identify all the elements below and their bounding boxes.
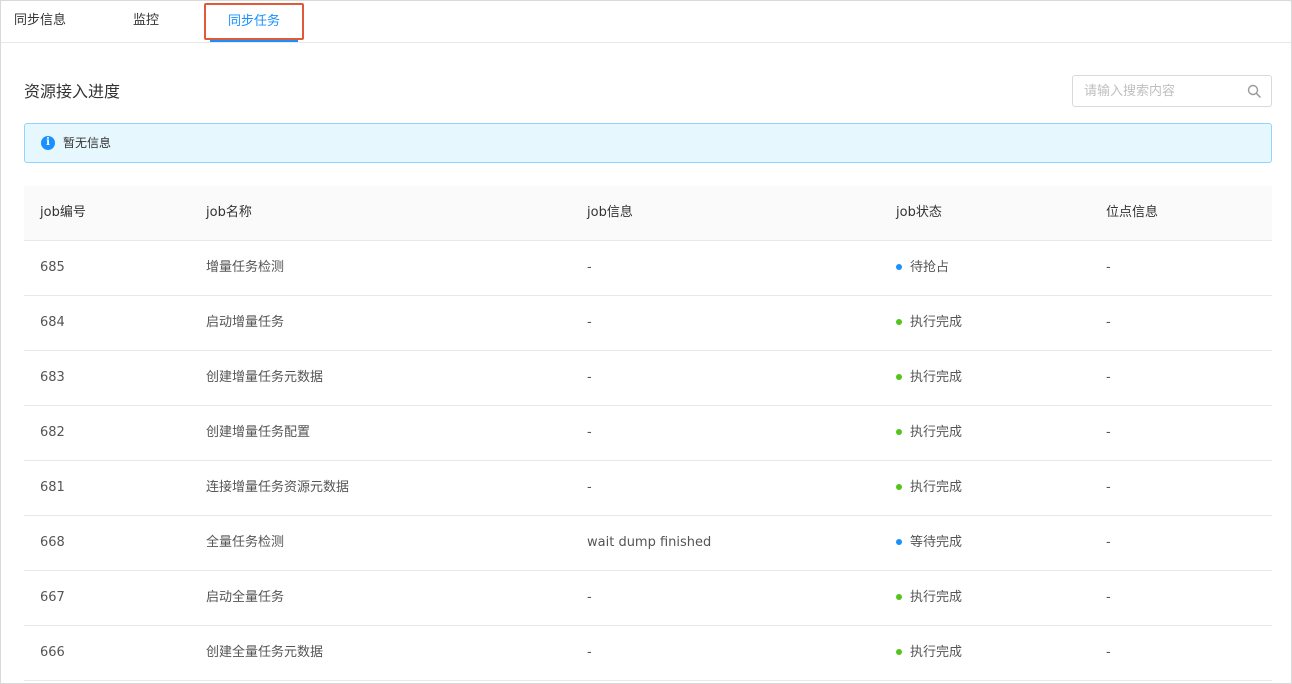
cell-job-name: 连接增量任务资源元数据 [206, 480, 350, 495]
cell-position-info: - [1106, 590, 1111, 605]
cell-job-info: - [587, 260, 592, 275]
table-row[interactable]: 683 创建增量任务元数据 - 执行完成 - [24, 351, 1272, 406]
table-header: job编号 job名称 job信息 job状态 位点信息 [24, 186, 1272, 241]
tab-sync-info[interactable]: 同步信息 [14, 1, 66, 42]
cell-job-id: 668 [40, 535, 65, 550]
cell-job-info: - [587, 425, 592, 440]
status-dot-icon [896, 483, 902, 490]
status-label: 执行完成 [910, 645, 963, 660]
cell-job-id: 667 [40, 590, 65, 605]
cell-job-status: 执行完成 [896, 351, 962, 405]
tab-monitor[interactable]: 监控 [133, 1, 159, 42]
cell-job-info: - [587, 590, 592, 605]
table-row[interactable]: 681 连接增量任务资源元数据 - 执行完成 - [24, 461, 1272, 516]
status-dot-icon [896, 263, 902, 270]
cell-job-info: - [587, 370, 592, 385]
status-label: 执行完成 [910, 590, 963, 605]
status-dot-icon [896, 593, 902, 600]
section-title: 资源接入进度 [24, 82, 121, 101]
cell-position-info: - [1106, 480, 1111, 495]
header-job-status[interactable]: job状态 [896, 186, 942, 240]
header-job-info[interactable]: job信息 [587, 186, 633, 240]
cell-job-id: 684 [40, 315, 65, 330]
active-tab-indicator [210, 40, 298, 42]
status-dot-icon [896, 538, 902, 545]
cell-job-name: 增量任务检测 [206, 260, 285, 275]
cell-job-name: 全量任务检测 [206, 535, 285, 550]
search-icon[interactable] [1247, 84, 1261, 98]
cell-job-status: 执行完成 [896, 406, 962, 460]
page-frame: 同步信息 监控 同步任务 资源接入进度 i 暂无信息 job编号 job名称 j… [0, 0, 1292, 684]
cell-job-status: 执行完成 [896, 571, 962, 625]
search-input[interactable] [1073, 76, 1243, 106]
jobs-table: job编号 job名称 job信息 job状态 位点信息 685 增量任务检测 - 待… [24, 186, 1272, 681]
table-row[interactable]: 684 启动增量任务 - 执行完成 - [24, 296, 1272, 351]
status-label: 执行完成 [910, 315, 963, 330]
table-row[interactable]: 667 启动全量任务 - 执行完成 - [24, 571, 1272, 626]
cell-position-info: - [1106, 370, 1111, 385]
cell-job-info: - [587, 480, 592, 495]
search-box[interactable] [1072, 75, 1272, 107]
tab-sync-tasks[interactable]: 同步任务 [204, 3, 304, 40]
cell-job-status: 执行完成 [896, 296, 962, 350]
header-job-id[interactable]: job编号 [40, 186, 86, 240]
cell-job-info: - [587, 645, 592, 660]
cell-job-info: - [587, 315, 592, 330]
table-body: 685 增量任务检测 - 待抢占 - 684 启动增量任务 - 执行完成 - 683 创建增量任务元数… [24, 241, 1272, 681]
cell-job-id: 685 [40, 260, 65, 275]
table-row[interactable]: 668 全量任务检测 wait dump finished 等待完成 - [24, 516, 1272, 571]
status-dot-icon [896, 373, 902, 380]
cell-position-info: - [1106, 315, 1111, 330]
cell-job-id: 682 [40, 425, 65, 440]
cell-job-name: 创建增量任务元数据 [206, 370, 324, 385]
status-label: 等待完成 [910, 535, 963, 550]
alert-message: 暂无信息 [63, 136, 112, 150]
cell-job-name: 创建增量任务配置 [206, 425, 311, 440]
status-dot-icon [896, 318, 902, 325]
cell-job-id: 681 [40, 480, 65, 495]
table-row[interactable]: 685 增量任务检测 - 待抢占 - [24, 241, 1272, 296]
table-row[interactable]: 682 创建增量任务配置 - 执行完成 - [24, 406, 1272, 461]
cell-position-info: - [1106, 645, 1111, 660]
cell-job-status: 等待完成 [896, 516, 962, 570]
status-dot-icon [896, 428, 902, 435]
status-label: 执行完成 [910, 425, 963, 440]
info-icon: i [41, 136, 55, 150]
table-row[interactable]: 666 创建全量任务元数据 - 执行完成 - [24, 626, 1272, 681]
cell-position-info: - [1106, 425, 1111, 440]
cell-job-id: 683 [40, 370, 65, 385]
cell-job-info: wait dump finished [587, 535, 712, 550]
info-alert: i 暂无信息 [24, 123, 1272, 163]
header-position-info[interactable]: 位点信息 [1106, 186, 1158, 240]
status-dot-icon [896, 648, 902, 655]
cell-position-info: - [1106, 260, 1111, 275]
cell-job-status: 执行完成 [896, 461, 962, 515]
tab-bar: 同步信息 监控 同步任务 [1, 1, 1291, 43]
cell-job-name: 创建全量任务元数据 [206, 645, 324, 660]
status-label: 执行完成 [910, 480, 963, 495]
cell-job-name: 启动增量任务 [206, 315, 285, 330]
cell-job-status: 执行完成 [896, 626, 962, 680]
header-job-name[interactable]: job名称 [206, 186, 252, 240]
status-label: 待抢占 [910, 260, 950, 275]
cell-job-name: 启动全量任务 [206, 590, 285, 605]
status-label: 执行完成 [910, 370, 963, 385]
cell-job-id: 666 [40, 645, 65, 660]
cell-job-status: 待抢占 [896, 241, 949, 295]
cell-position-info: - [1106, 535, 1111, 550]
